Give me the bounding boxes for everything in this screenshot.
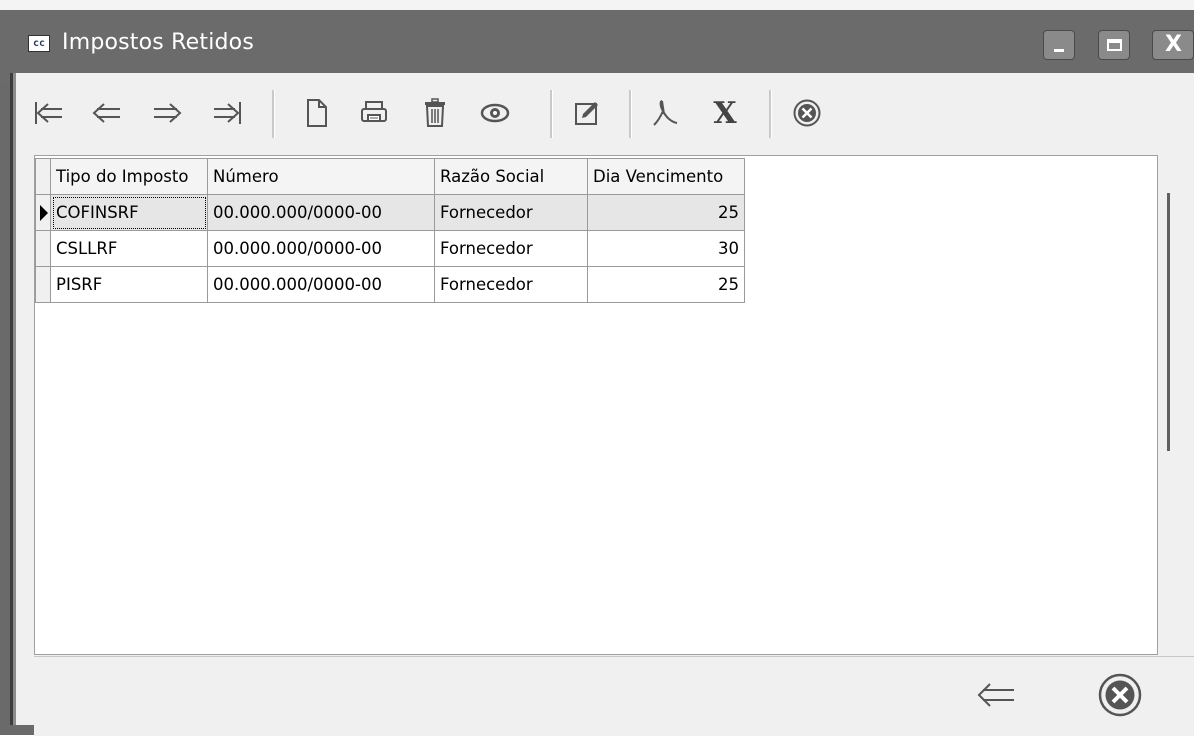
- column-header-numero[interactable]: Número: [207, 158, 435, 195]
- cell-dia-vencimento[interactable]: 25: [587, 266, 745, 303]
- minimize-button[interactable]: [1043, 30, 1075, 60]
- row-indicator-header: [35, 158, 51, 195]
- cell-razao-social[interactable]: Fornecedor: [434, 266, 588, 303]
- cell-dia-vencimento[interactable]: 25: [587, 194, 745, 231]
- cell-dia-vencimento[interactable]: 30: [587, 230, 745, 267]
- close-window-button[interactable]: X: [1152, 30, 1194, 60]
- edit-button[interactable]: [566, 90, 608, 136]
- last-record-icon: [214, 102, 241, 124]
- back-button[interactable]: [966, 665, 1026, 725]
- printer-icon: [361, 101, 387, 122]
- eye-icon: [480, 103, 510, 123]
- first-record-icon: [35, 102, 62, 124]
- data-grid: Tipo do Imposto Número Razão Social Dia …: [35, 158, 745, 303]
- cancel-button[interactable]: [1090, 665, 1150, 725]
- table-row[interactable]: CSLLRF 00.000.000/0000-00 Fornecedor 30: [35, 230, 745, 267]
- bottom-button-bar: [34, 656, 1194, 736]
- scrollbar-thumb[interactable]: [1167, 193, 1170, 451]
- maximize-icon: [1107, 39, 1122, 51]
- column-header-tipo[interactable]: Tipo do Imposto: [50, 158, 208, 195]
- trash-icon: [425, 98, 445, 127]
- cell-tipo[interactable]: COFINSRF: [50, 194, 208, 231]
- maximize-button[interactable]: [1098, 30, 1130, 60]
- edit-icon: [575, 102, 598, 125]
- minimize-icon: [1054, 49, 1064, 52]
- next-record-button[interactable]: [146, 90, 188, 136]
- view-button[interactable]: [474, 90, 516, 136]
- next-record-icon: [154, 103, 182, 123]
- row-indicator[interactable]: [35, 230, 51, 267]
- print-button[interactable]: [353, 90, 395, 136]
- cell-numero[interactable]: 00.000.000/0000-00: [207, 194, 435, 231]
- excel-export-button[interactable]: X: [704, 90, 746, 136]
- back-arrow-icon: [977, 683, 1014, 707]
- cell-razao-social[interactable]: Fornecedor: [434, 230, 588, 267]
- previous-record-button[interactable]: [86, 90, 128, 136]
- toolbar: X: [16, 82, 1194, 148]
- window-title: Impostos Retidos: [62, 30, 255, 55]
- row-indicator[interactable]: [35, 266, 51, 303]
- table-row[interactable]: COFINSRF 00.000.000/0000-00 Fornecedor 2…: [35, 194, 745, 231]
- cell-tipo[interactable]: PISRF: [50, 266, 208, 303]
- window-left-border: [10, 73, 13, 725]
- column-header-dia-vencimento[interactable]: Dia Vencimento: [587, 158, 745, 195]
- app-icon: cc: [28, 35, 50, 52]
- cell-numero[interactable]: 00.000.000/0000-00: [207, 230, 435, 267]
- table-row[interactable]: PISRF 00.000.000/0000-00 Fornecedor 25: [35, 266, 745, 303]
- row-indicator[interactable]: [35, 194, 51, 231]
- cell-tipo[interactable]: CSLLRF: [50, 230, 208, 267]
- vertical-scrollbar[interactable]: [1158, 155, 1186, 655]
- last-record-button[interactable]: [206, 90, 248, 136]
- new-button[interactable]: [296, 90, 338, 136]
- toolbar-separator: [769, 90, 772, 138]
- pdf-export-button[interactable]: [644, 90, 686, 136]
- cell-numero[interactable]: 00.000.000/0000-00: [207, 266, 435, 303]
- new-document-icon: [307, 99, 327, 127]
- pdf-icon: [653, 100, 678, 126]
- first-record-button[interactable]: [28, 90, 70, 136]
- close-circle-icon: [1098, 673, 1142, 717]
- close-icon: X: [1165, 32, 1182, 57]
- close-circle-icon: [793, 99, 821, 127]
- cell-razao-social[interactable]: Fornecedor: [434, 194, 588, 231]
- column-header-razao-social[interactable]: Razão Social: [434, 158, 588, 195]
- screen-top-strip: [0, 0, 1194, 10]
- previous-record-icon: [92, 103, 120, 123]
- excel-icon: X: [713, 95, 737, 131]
- toolbar-separator: [272, 90, 275, 138]
- delete-button[interactable]: [414, 90, 456, 136]
- selected-row-arrow-icon: [40, 204, 48, 221]
- close-button[interactable]: [786, 90, 828, 136]
- toolbar-separator: [550, 90, 553, 138]
- title-bar[interactable]: cc Impostos Retidos X: [0, 10, 1194, 82]
- toolbar-separator: [629, 90, 632, 138]
